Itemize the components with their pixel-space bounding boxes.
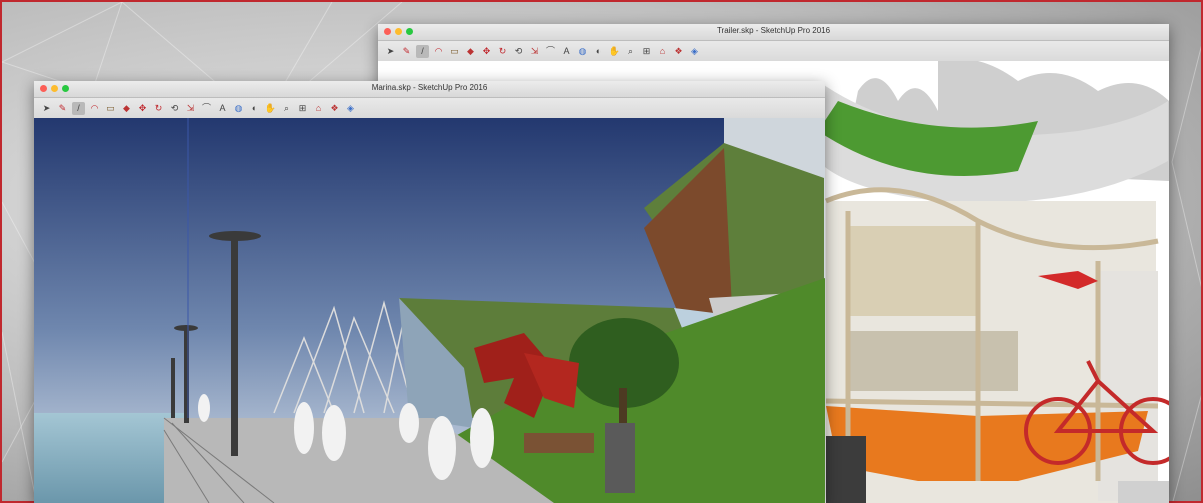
layout-icon[interactable]: ◈ bbox=[344, 102, 357, 115]
marina-scene bbox=[34, 118, 825, 503]
text-icon[interactable]: A bbox=[560, 45, 573, 58]
extension-icon[interactable]: ❖ bbox=[672, 45, 685, 58]
shape-icon[interactable]: ▭ bbox=[448, 45, 461, 58]
orbit-icon[interactable]: ◐ bbox=[248, 102, 261, 115]
scale-icon[interactable]: ⇲ bbox=[528, 45, 541, 58]
window-title: Marina.skp - SketchUp Pro 2016 bbox=[371, 83, 488, 92]
tape-measure-icon[interactable]: ⌒ bbox=[200, 102, 213, 115]
warehouse-icon[interactable]: ⌂ bbox=[312, 102, 325, 115]
move-icon[interactable]: ✥ bbox=[480, 45, 493, 58]
trailer-toolbar: ➤ ✎ / ◠ ▭ ◆ ✥ ↻ ⟲ ⇲ ⌒ A ◍ ◐ ✋ ⌕ ⊞ ⌂ ❖ ◈ bbox=[378, 41, 1169, 62]
pencil-icon[interactable]: / bbox=[416, 44, 429, 58]
shape-icon[interactable]: ▭ bbox=[104, 102, 117, 115]
layout-icon[interactable]: ◈ bbox=[688, 45, 701, 58]
extension-icon[interactable]: ❖ bbox=[328, 102, 341, 115]
zoom-icon[interactable]: ⌕ bbox=[624, 45, 637, 58]
pan-icon[interactable]: ✋ bbox=[608, 45, 621, 58]
orbit-icon[interactable]: ◐ bbox=[592, 45, 605, 58]
pan-icon[interactable]: ✋ bbox=[264, 102, 277, 115]
pencil-icon[interactable]: / bbox=[72, 101, 85, 115]
push-pull-icon[interactable]: ◆ bbox=[464, 45, 477, 58]
rotate-icon[interactable]: ↻ bbox=[496, 45, 509, 58]
move-icon[interactable]: ✥ bbox=[136, 102, 149, 115]
arc-icon[interactable]: ◠ bbox=[432, 45, 445, 58]
offset-icon[interactable]: ⟲ bbox=[512, 45, 525, 58]
zoom-extents-icon[interactable]: ⊞ bbox=[640, 45, 653, 58]
scale-icon[interactable]: ⇲ bbox=[184, 102, 197, 115]
arc-icon[interactable]: ◠ bbox=[88, 102, 101, 115]
select-icon[interactable]: ➤ bbox=[40, 102, 53, 115]
rotate-icon[interactable]: ↻ bbox=[152, 102, 165, 115]
zoom-extents-icon[interactable]: ⊞ bbox=[296, 102, 309, 115]
window-title: Trailer.skp - SketchUp Pro 2016 bbox=[716, 26, 831, 35]
trash-can bbox=[605, 423, 635, 493]
paint-bucket-icon[interactable]: ◍ bbox=[576, 45, 589, 58]
marina-toolbar: ➤ ✎ / ◠ ▭ ◆ ✥ ↻ ⟲ ⇲ ⌒ A ◍ ◐ ✋ ⌕ ⊞ ⌂ ❖ ◈ bbox=[34, 98, 825, 119]
trailer-titlebar: Trailer.skp - SketchUp Pro 2016 bbox=[378, 24, 1169, 41]
eraser-icon[interactable]: ✎ bbox=[56, 102, 69, 115]
text-icon[interactable]: A bbox=[216, 102, 229, 115]
marina-viewport[interactable] bbox=[34, 118, 825, 503]
select-icon[interactable]: ➤ bbox=[384, 45, 397, 58]
push-pull-icon[interactable]: ◆ bbox=[120, 102, 133, 115]
eraser-icon[interactable]: ✎ bbox=[400, 45, 413, 58]
paint-bucket-icon[interactable]: ◍ bbox=[232, 102, 245, 115]
warehouse-icon[interactable]: ⌂ bbox=[656, 45, 669, 58]
tape-measure-icon[interactable]: ⌒ bbox=[544, 45, 557, 58]
water bbox=[34, 413, 184, 503]
offset-icon[interactable]: ⟲ bbox=[168, 102, 181, 115]
zoom-icon[interactable]: ⌕ bbox=[280, 102, 293, 115]
marina-titlebar: Marina.skp - SketchUp Pro 2016 bbox=[34, 81, 825, 98]
bench bbox=[524, 433, 594, 453]
marina-window: Marina.skp - SketchUp Pro 2016 ➤ ✎ / ◠ ▭ ◆ ✥ ↻ ⟲… bbox=[34, 81, 825, 503]
